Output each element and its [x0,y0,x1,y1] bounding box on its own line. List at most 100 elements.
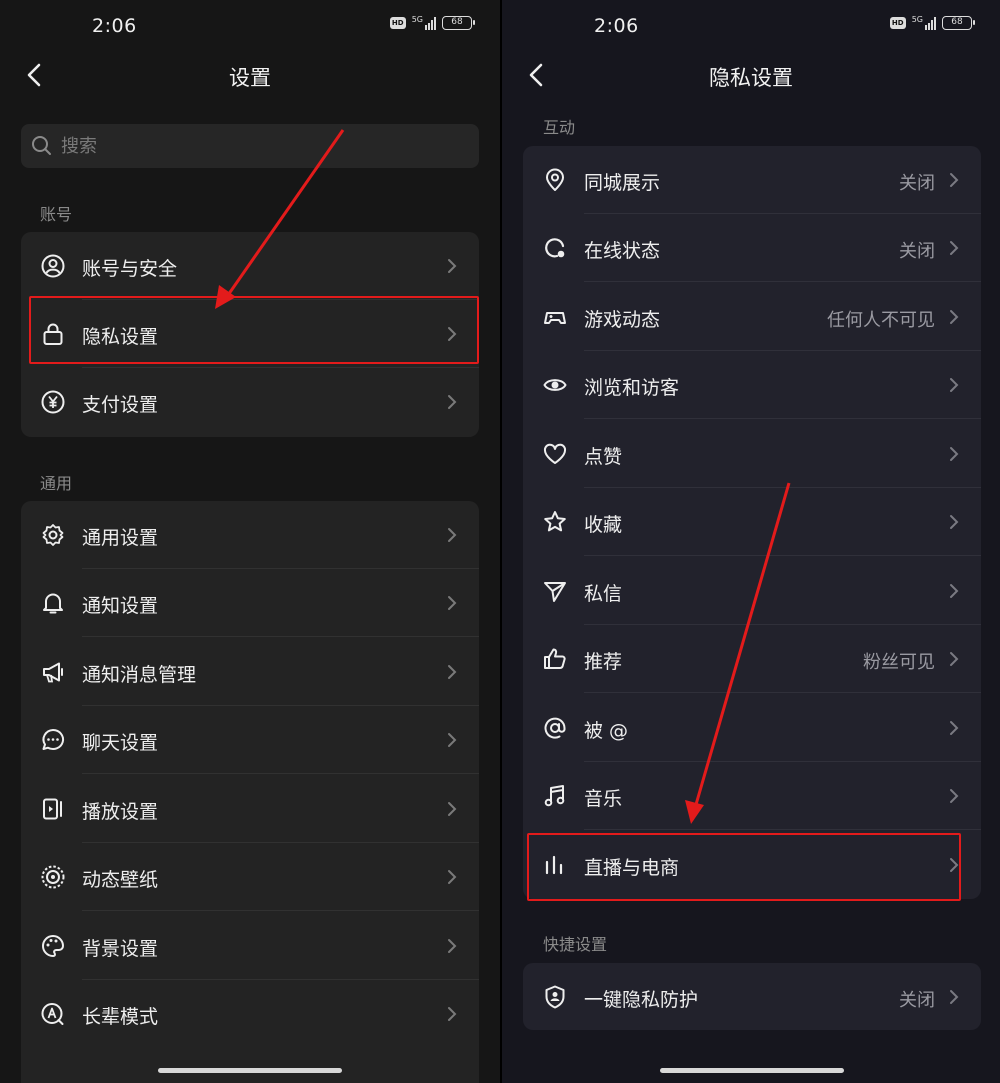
item-label: 长辈模式 [82,1006,159,1028]
item-label: 被 @ [584,720,629,742]
nav-bar: 设置 [0,52,500,98]
privacy-item-one-tap-protection[interactable]: 一键隐私防护 关闭 [523,963,981,1031]
wallpaper-icon [41,865,65,889]
privacy-item-likes[interactable]: 点赞 [523,420,981,488]
item-label: 支付设置 [82,394,159,416]
item-value: 粉丝可见 [863,652,935,673]
highlight-box [527,833,961,901]
settings-item-payment[interactable]: 支付设置 [21,368,479,436]
settings-item-elder-mode[interactable]: 长辈模式 [21,980,479,1048]
privacy-item-nearby[interactable]: 同城展示 关闭 [523,146,981,214]
chevron-right-icon [950,173,959,187]
signal-icon: 5G [912,16,936,30]
section-title-general: 通用 [40,474,73,493]
item-label: 一键隐私防护 [584,989,699,1011]
privacy-item-music[interactable]: 音乐 [523,762,981,830]
status-bar: 2:06 HD 5G 68 [502,0,1000,52]
chevron-right-icon [448,395,457,409]
settings-item-chat[interactable]: 聊天设置 [21,706,479,774]
privacy-item-recommend[interactable]: 推荐 粉丝可见 [523,625,981,693]
battery-icon: 68 [442,16,475,30]
chevron-right-icon [950,515,959,529]
status-time: 2:06 [594,15,639,37]
search-box[interactable] [21,124,479,168]
chevron-right-icon [448,259,457,273]
highlight-box [29,296,479,364]
item-value: 关闭 [899,990,935,1011]
signal-icon: 5G [412,16,436,30]
section-title-quick-settings: 快捷设置 [543,935,608,954]
page-title: 隐私设置 [709,66,793,90]
privacy-item-views-visitors[interactable]: 浏览和访客 [523,351,981,419]
settings-item-live-wallpaper[interactable]: 动态壁纸 [21,843,479,911]
item-value: 任何人不可见 [827,310,935,331]
search-input[interactable] [61,135,441,157]
palette-icon [42,935,64,957]
megaphone-icon [43,662,63,683]
hd-icon: HD [389,17,406,29]
item-label: 通用设置 [82,527,159,549]
play-screen-icon [43,798,62,820]
section-title-account: 账号 [40,205,73,224]
privacy-item-online-status[interactable]: 在线状态 关闭 [523,214,981,282]
nav-bar: 隐私设置 [502,52,1000,98]
privacy-item-direct-message[interactable]: 私信 [523,557,981,625]
elder-mode-icon [41,1003,64,1025]
at-icon [544,717,566,739]
chevron-right-icon [448,939,457,953]
send-icon [544,582,566,602]
home-indicator[interactable] [660,1068,844,1073]
chevron-right-icon [448,665,457,679]
chevron-right-icon [448,1007,457,1021]
item-label: 通知消息管理 [82,664,197,686]
quick-settings-card: 一键隐私防护 关闭 [523,963,981,1030]
gear-icon [42,524,64,546]
status-time: 2:06 [92,15,137,37]
settings-item-account-security[interactable]: 账号与安全 [21,232,479,300]
item-label: 私信 [584,583,623,605]
settings-item-message-management[interactable]: 通知消息管理 [21,638,479,706]
privacy-item-favorites[interactable]: 收藏 [523,488,981,556]
music-note-icon [544,785,565,807]
settings-item-background[interactable]: 背景设置 [21,912,479,980]
item-label: 收藏 [584,514,623,536]
settings-screen: 2:06 HD 5G 68 设置 账号 账号与安全 隐私设置 支付设置 [0,0,500,1083]
chevron-right-icon [950,990,959,1004]
item-label: 背景设置 [82,938,159,960]
item-label: 推荐 [584,651,623,673]
chevron-right-icon [950,652,959,666]
chevron-right-icon [950,721,959,735]
battery-icon: 68 [942,16,975,30]
privacy-settings-screen: 2:06 HD 5G 68 隐私设置 互动 同城展示 关闭 在线状态 关闭 游戏… [500,0,1000,1083]
chevron-right-icon [448,733,457,747]
chevron-right-icon [950,584,959,598]
star-icon [544,511,566,532]
status-icons: HD 5G 68 [889,16,975,30]
privacy-item-mentions[interactable]: 被 @ [523,694,981,762]
chat-bubble-icon [42,728,65,750]
chevron-right-icon [950,789,959,803]
user-circle-icon [41,254,65,278]
settings-item-notification[interactable]: 通知设置 [21,569,479,637]
section-title-interaction: 互动 [543,118,576,137]
item-label: 在线状态 [584,240,661,262]
item-label: 聊天设置 [82,732,159,754]
status-icons: HD 5G 68 [389,16,475,30]
settings-item-playback[interactable]: 播放设置 [21,775,479,843]
item-label: 动态壁纸 [82,869,159,891]
chevron-right-icon [950,310,959,324]
yen-icon [41,390,65,414]
settings-item-general[interactable]: 通用设置 [21,501,479,569]
chevron-right-icon [950,241,959,255]
location-pin-icon [546,168,564,191]
privacy-item-game-activity[interactable]: 游戏动态 任何人不可见 [523,283,981,351]
eye-icon [543,379,567,391]
status-bar: 2:06 HD 5G 68 [0,0,500,52]
general-card: 通用设置 通知设置 通知消息管理 聊天设置 播放设置 动态壁纸 背景设置 长辈模… [21,501,479,1083]
item-label: 浏览和访客 [584,377,680,399]
search-icon [32,136,51,155]
home-indicator[interactable] [158,1068,342,1073]
hd-icon: HD [889,17,906,29]
thumbs-up-icon [544,648,566,669]
bell-icon [43,593,63,614]
